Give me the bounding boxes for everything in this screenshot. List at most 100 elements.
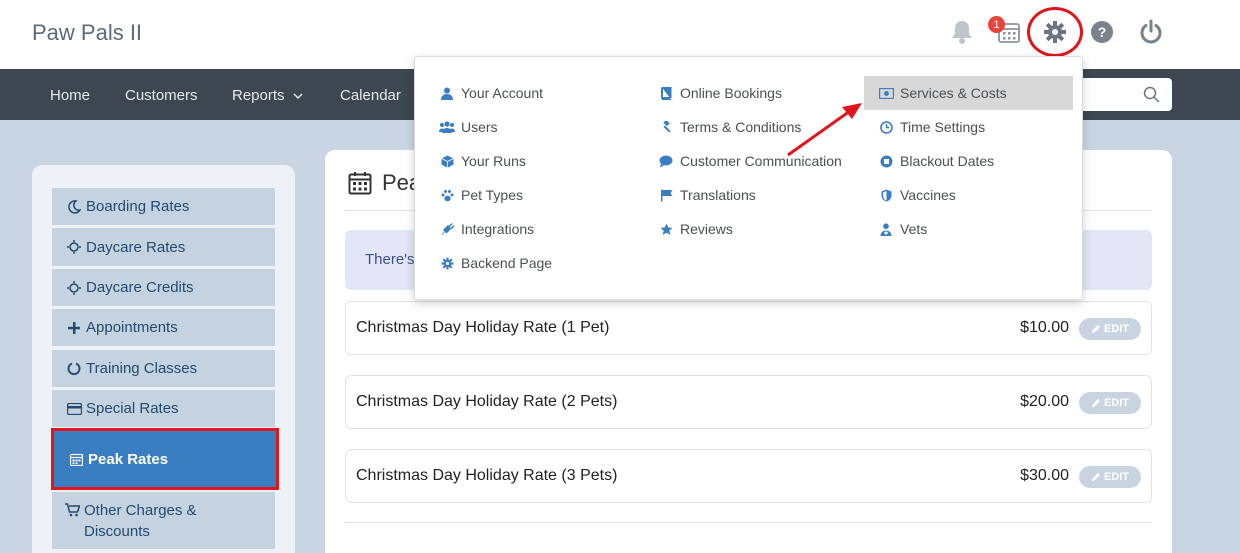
table-row: Christmas Day Holiday Rate (3 Pets) $30.…	[345, 449, 1152, 503]
svg-text:?: ?	[1098, 24, 1107, 40]
menu-item-your-account[interactable]: Your Account	[439, 76, 543, 110]
menu-item-blackout-dates[interactable]: Blackout Dates	[878, 144, 994, 178]
paw-icon	[439, 189, 455, 202]
edit-button[interactable]: EDIT	[1079, 466, 1141, 488]
sidebar-item-label: Peak Rates	[88, 450, 169, 468]
rate-price: $10.00	[1020, 319, 1069, 336]
calendar-icon	[66, 453, 86, 466]
menu-item-label: Pet Types	[461, 187, 524, 203]
user-icon	[439, 87, 455, 100]
menu-item-label: Blackout Dates	[900, 153, 995, 169]
gavel-icon	[658, 120, 674, 134]
sidebar-item-appointments[interactable]: Appointments	[52, 309, 275, 346]
table-row: Christmas Day Holiday Rate (1 Pet) $10.0…	[345, 301, 1152, 355]
bell-icon[interactable]	[948, 18, 976, 46]
nav-home[interactable]: Home	[50, 87, 90, 104]
help-icon[interactable]: ?	[1088, 18, 1116, 46]
sidebar-item-peak-rates[interactable]: Peak Rates	[51, 428, 279, 490]
brand-name[interactable]: Paw Pals II	[32, 20, 142, 46]
menu-item-label: Time Settings	[900, 119, 986, 135]
menu-item-label: Online Bookings	[680, 85, 782, 101]
sidebar-item-label: Other Charges & Discounts	[84, 502, 197, 540]
edit-button[interactable]: EDIT	[1079, 392, 1141, 414]
sidebar-item-label: Training Classes	[86, 360, 198, 377]
menu-item-online-bookings[interactable]: Online Bookings	[658, 76, 782, 110]
plug-icon	[439, 222, 455, 236]
sidebar-item-other-charges[interactable]: Other Charges & Discounts	[52, 492, 275, 549]
sidebar-item-boarding-rates[interactable]: Boarding Rates	[52, 188, 275, 225]
menu-item-translations[interactable]: Translations	[658, 178, 756, 212]
menu-item-label: Your Account	[461, 85, 543, 101]
sidebar-item-label: Special Rates	[86, 400, 179, 417]
menu-item-services-costs[interactable]: Services & Costs	[864, 76, 1073, 110]
book-icon	[658, 86, 674, 100]
sun-icon	[64, 240, 84, 254]
search-input[interactable]	[1080, 78, 1172, 111]
nav-customers[interactable]: Customers	[125, 87, 198, 104]
users-icon	[439, 121, 455, 133]
table-row: Christmas Day Holiday Rate (2 Pets) $20.…	[345, 375, 1152, 429]
menu-item-pet-types[interactable]: Pet Types	[439, 178, 523, 212]
nav-calendar[interactable]: Calendar	[340, 87, 401, 104]
menu-item-label: Vets	[900, 221, 928, 237]
annotation-arrow	[787, 103, 862, 157]
rate-name: Christmas Day Holiday Rate (3 Pets)	[356, 467, 618, 484]
gear-icon[interactable]	[1041, 18, 1069, 46]
notification-badge: 1	[988, 16, 1005, 33]
rate-price: $20.00	[1020, 393, 1069, 410]
settings-dropdown: Your Account Users Your Runs Pet Types I…	[414, 56, 1083, 300]
cube-icon	[439, 155, 455, 168]
doctor-icon	[878, 222, 894, 236]
menu-item-your-runs[interactable]: Your Runs	[439, 144, 526, 178]
rate-name: Christmas Day Holiday Rate (2 Pets)	[356, 393, 618, 410]
menu-item-label: Reviews	[680, 221, 733, 237]
menu-item-label: Translations	[680, 187, 756, 203]
edit-button[interactable]: EDIT	[1079, 318, 1141, 340]
sidebar-item-daycare-credits[interactable]: Daycare Credits	[52, 269, 275, 306]
edit-label: EDIT	[1103, 397, 1130, 409]
menu-item-label: Your Runs	[461, 153, 526, 169]
sun-icon	[64, 280, 84, 295]
clock-icon	[878, 120, 894, 134]
menu-item-integrations[interactable]: Integrations	[439, 212, 534, 246]
plus-icon	[64, 321, 84, 334]
menu-item-label: Users	[461, 119, 498, 135]
page-title: Pea	[348, 170, 421, 196]
bottom-divider	[345, 522, 1152, 523]
sidebar-item-label: Boarding Rates	[86, 198, 190, 215]
sidebar-item-training-classes[interactable]: Training Classes	[52, 350, 275, 387]
sidebar-item-label: Daycare Credits	[86, 279, 194, 296]
menu-item-vets[interactable]: Vets	[878, 212, 927, 246]
menu-item-label: Backend Page	[461, 255, 553, 271]
edit-label: EDIT	[1103, 323, 1130, 335]
menu-item-time-settings[interactable]: Time Settings	[878, 110, 985, 144]
flag-icon	[658, 189, 674, 202]
star-icon	[658, 223, 674, 236]
comment-icon	[658, 155, 674, 168]
nav-reports-label: Reports	[232, 87, 285, 104]
menu-item-reviews[interactable]: Reviews	[658, 212, 733, 246]
sidebar-item-daycare-rates[interactable]: Daycare Rates	[52, 228, 275, 266]
menu-item-label: Integrations	[461, 221, 535, 237]
power-icon[interactable]	[1137, 18, 1165, 46]
credit-card-icon	[64, 402, 84, 415]
moon-icon	[64, 199, 84, 214]
menu-item-label: Vaccines	[900, 187, 956, 203]
menu-item-backend-page[interactable]: Backend Page	[439, 246, 552, 280]
circle-notch-icon	[64, 362, 84, 376]
menu-item-users[interactable]: Users	[439, 110, 498, 144]
stop-icon	[878, 155, 894, 168]
cart-icon	[62, 503, 82, 517]
pencil-icon	[1091, 398, 1101, 408]
nav-reports[interactable]: Reports	[232, 87, 303, 104]
edit-label: EDIT	[1103, 471, 1130, 483]
money-icon	[878, 87, 894, 99]
chevron-down-icon	[293, 92, 303, 100]
sidebar-item-label: Daycare Rates	[86, 238, 186, 256]
rate-price: $30.00	[1020, 467, 1069, 484]
menu-item-vaccines[interactable]: Vaccines	[878, 178, 956, 212]
calendar-icon	[348, 171, 372, 195]
menu-item-label: Services & Costs	[900, 85, 1007, 101]
search-icon	[1143, 86, 1160, 103]
sidebar-item-special-rates[interactable]: Special Rates	[52, 390, 275, 427]
